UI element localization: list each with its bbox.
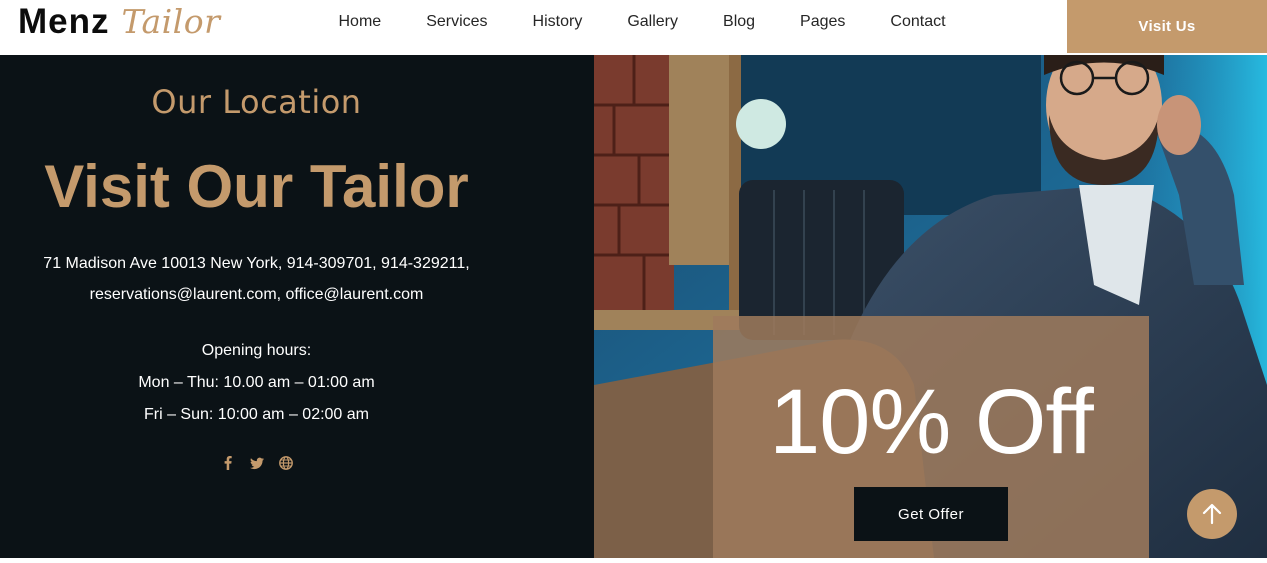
logo-wordmark: Menz bbox=[18, 2, 110, 41]
offer-headline: 10% Off bbox=[769, 371, 1094, 473]
section-subtitle: Our Location bbox=[151, 83, 362, 121]
main-nav: Home Services History Gallery Blog Pages… bbox=[316, 0, 968, 44]
email-line: reservations@laurent.com, office@laurent… bbox=[89, 286, 424, 303]
section-title: Visit Our Tailor bbox=[44, 153, 469, 220]
hours-weekday: Mon – Thu: 10.00 am – 01:00 am bbox=[138, 374, 375, 391]
nav-home[interactable]: Home bbox=[316, 13, 404, 31]
hours-weekend: Fri – Sun: 10:00 am – 02:00 am bbox=[143, 406, 369, 423]
address-block: 71 Madison Ave 10013 New York, 914-30970… bbox=[0, 248, 513, 310]
social-links bbox=[0, 455, 513, 471]
nav-blog[interactable]: Blog bbox=[701, 13, 778, 31]
scroll-to-top-button[interactable] bbox=[1187, 489, 1237, 539]
offer-card: 10% Off Get Offer bbox=[713, 316, 1149, 558]
twitter-icon[interactable] bbox=[249, 455, 264, 471]
location-section: Our Location Visit Our Tailor 71 Madison… bbox=[0, 55, 594, 558]
arrow-up-icon bbox=[1202, 503, 1222, 525]
globe-icon[interactable] bbox=[278, 455, 293, 471]
nav-gallery[interactable]: Gallery bbox=[605, 13, 701, 31]
page-bottom-strip bbox=[0, 558, 1267, 563]
site-header: Menz Tailor Home Services History Galler… bbox=[0, 0, 1267, 55]
get-offer-button[interactable]: Get Offer bbox=[854, 487, 1008, 541]
facebook-icon[interactable] bbox=[221, 455, 235, 471]
promo-section: 10% Off Get Offer bbox=[594, 55, 1267, 558]
opening-hours-label: Opening hours: bbox=[201, 342, 312, 359]
opening-hours: Opening hours: Mon – Thu: 10.00 am – 01:… bbox=[0, 335, 513, 431]
nav-services[interactable]: Services bbox=[404, 13, 510, 31]
nav-contact[interactable]: Contact bbox=[868, 13, 968, 31]
nav-pages[interactable]: Pages bbox=[778, 13, 868, 31]
site-logo[interactable]: Menz Tailor bbox=[18, 2, 220, 46]
logo-script: Tailor bbox=[121, 2, 221, 41]
nav-history[interactable]: History bbox=[510, 13, 605, 31]
visit-us-button[interactable]: Visit Us bbox=[1067, 0, 1267, 53]
address-line: 71 Madison Ave 10013 New York, 914-30970… bbox=[43, 255, 470, 272]
